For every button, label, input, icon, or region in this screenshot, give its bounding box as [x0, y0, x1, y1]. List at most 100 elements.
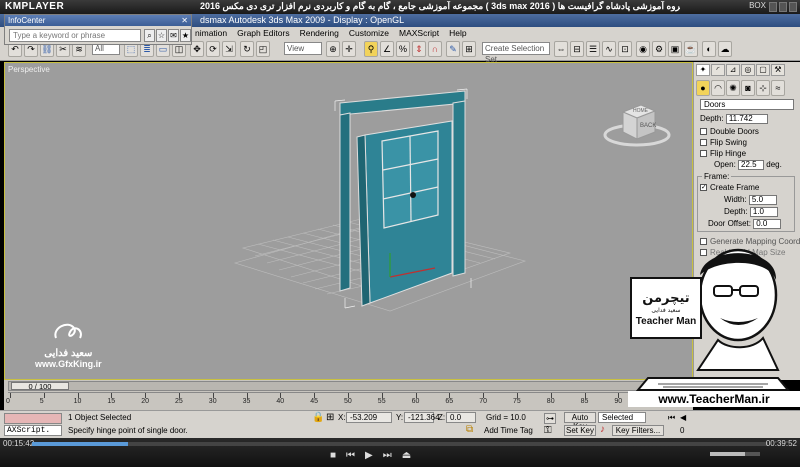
go-to-start-icon[interactable]: ⏮ [668, 413, 675, 423]
hierarchy-tab-icon[interactable]: ⊿ [726, 64, 740, 76]
maxscript-listener-top[interactable] [4, 413, 62, 424]
select-rotate-icon[interactable]: ⟳ [206, 41, 220, 57]
motion-tab-icon[interactable]: ◎ [741, 64, 755, 76]
perspective-viewport[interactable]: Perspective HOME BACK سعید فدایی www.Gfx… [4, 62, 693, 380]
time-slider[interactable]: 0 / 100 [8, 381, 688, 391]
star-icon[interactable]: ☆ [156, 29, 167, 42]
frame-field[interactable]: 0 [680, 426, 684, 435]
render-frame-icon[interactable]: ▣ [668, 41, 682, 57]
curve-editor-icon[interactable]: ∿ [602, 41, 616, 57]
percent-snap-icon[interactable]: % [396, 41, 410, 57]
create-frame-row[interactable]: ✓ Create Frame [700, 183, 759, 192]
add-time-tag[interactable]: Add Time Tag [484, 426, 533, 435]
modify-tab-icon[interactable]: ◜ [711, 64, 725, 76]
previous-frame-icon[interactable]: ◀ [680, 413, 686, 422]
layer-manager-icon[interactable]: ☰ [586, 41, 600, 57]
lock-selection-icon[interactable]: 🔒 [312, 412, 324, 423]
lights-icon[interactable]: ✺ [726, 80, 740, 96]
key-mode-icon[interactable]: ⊶ [544, 413, 556, 424]
frame-width-field[interactable]: 5.0 [748, 195, 777, 205]
stop-icon[interactable]: ■ [330, 450, 336, 461]
eject-icon[interactable]: ⏏ [402, 450, 411, 461]
minimize-button[interactable] [769, 2, 777, 12]
infocenter-search-input[interactable]: Type a keyword or phrase [9, 29, 141, 42]
spinner-snap-icon[interactable]: ⇕ [412, 41, 426, 57]
absolute-mode-icon[interactable]: ⊞ [326, 412, 334, 423]
shapes-icon[interactable]: ◠ [711, 80, 725, 96]
time-tag-icon[interactable]: ⧉ [466, 424, 473, 435]
x-coord-field[interactable]: -53.209 [346, 412, 392, 423]
next-icon[interactable]: ⏭ [383, 450, 392, 461]
scale-tool-icon[interactable]: ◰ [256, 41, 270, 57]
rotate-tool-icon[interactable]: ↻ [240, 41, 254, 57]
depth-field[interactable]: 11.742 [725, 114, 768, 124]
frame-depth-field[interactable]: 1.0 [749, 207, 778, 217]
flip-swing-row[interactable]: Flip Swing [700, 138, 747, 147]
search-icon[interactable]: ⌕ [144, 29, 155, 42]
previous-icon[interactable]: ⏮ [346, 450, 355, 461]
menu-customize[interactable]: Customize [344, 27, 394, 39]
render-setup-icon[interactable]: ⚙ [652, 41, 666, 57]
viewcube[interactable]: HOME BACK [603, 97, 673, 157]
select-manipulate-icon[interactable]: ✛ [342, 41, 356, 57]
favorites-icon[interactable]: ★ [180, 29, 191, 42]
snap-toggle-icon[interactable]: ⚲ [364, 41, 378, 57]
align-icon[interactable]: ⊟ [570, 41, 584, 57]
cameras-icon[interactable]: ◙ [741, 80, 755, 96]
communication-icon[interactable]: ✉ [168, 29, 179, 42]
play-icon[interactable]: ▶ [365, 450, 373, 461]
key-filter-icon[interactable]: ♪ [600, 424, 605, 435]
open-field[interactable]: 22.5 [738, 160, 765, 170]
menu-help[interactable]: Help [444, 27, 471, 39]
magnet-icon[interactable]: ∩ [428, 41, 442, 57]
render-production-icon[interactable]: ◐ [702, 41, 716, 57]
quick-render-icon[interactable]: ☕ [684, 41, 698, 57]
track-bar[interactable]: 0510152025303540455055606570758085909510… [6, 392, 694, 408]
mirror-icon[interactable]: ⇔ [554, 41, 568, 57]
door-offset-field[interactable]: 0.0 [753, 219, 782, 229]
auto-key-button[interactable]: Auto Key [564, 412, 596, 431]
time-slider-knob[interactable]: 0 / 100 [11, 382, 69, 390]
named-selection-icon[interactable]: ⊞ [462, 41, 476, 57]
utilities-tab-icon[interactable]: ⚒ [771, 64, 785, 76]
create-tab-icon[interactable]: ✦ [696, 64, 710, 76]
select-move-icon[interactable]: ✥ [190, 41, 204, 57]
object-type-dropdown[interactable]: Doors [700, 99, 794, 110]
edit-named-selection-icon[interactable]: ✎ [446, 41, 460, 57]
volume-slider[interactable] [710, 452, 760, 456]
select-scale-icon[interactable]: ⇲ [222, 41, 236, 57]
named-selection-set-dropdown[interactable]: Create Selection Set [482, 42, 550, 64]
double-doors-row[interactable]: Double Doors [700, 127, 759, 136]
display-tab-icon[interactable]: ▢ [756, 64, 770, 76]
close-icon[interactable]: ✕ [181, 15, 188, 26]
maximize-button[interactable] [779, 2, 787, 12]
maxscript-listener-input[interactable]: AXScript. [4, 425, 62, 436]
material-editor-icon[interactable]: ◉ [636, 41, 650, 57]
flip-hinge-row[interactable]: Flip Hinge [700, 149, 746, 158]
set-key-icon[interactable]: ⚿ [544, 425, 552, 436]
z-coord-field[interactable]: 0.0 [446, 412, 476, 423]
geometry-icon[interactable]: ● [696, 80, 710, 96]
box-button[interactable]: BOX [749, 1, 766, 10]
schematic-view-icon[interactable]: ⊡ [618, 41, 632, 57]
y-coord-field[interactable]: -121.364 [404, 412, 440, 423]
double-doors-checkbox[interactable] [700, 128, 707, 136]
pivot-center-icon[interactable]: ⊕ [326, 41, 340, 57]
seek-bar[interactable] [32, 442, 768, 446]
close-button[interactable] [789, 2, 797, 12]
angle-snap-icon[interactable]: ∠ [380, 41, 394, 57]
menu-rendering[interactable]: Rendering [295, 27, 344, 39]
create-frame-checkbox[interactable]: ✓ [700, 184, 707, 192]
space-warps-icon[interactable]: ≈ [771, 80, 785, 96]
menu-animation[interactable]: nimation [190, 27, 232, 39]
helpers-icon[interactable]: ⊹ [756, 80, 770, 96]
menu-maxscript[interactable]: MAXScript [394, 27, 444, 39]
key-set-dropdown[interactable]: Selected [598, 412, 646, 423]
kmplayer-logo[interactable]: KMPLAYER [5, 1, 64, 12]
flip-swing-checkbox[interactable] [700, 139, 707, 147]
set-key-button[interactable]: Set Key [564, 425, 596, 436]
key-filters-button[interactable]: Key Filters... [612, 425, 664, 436]
environment-icon[interactable]: ☁ [718, 41, 732, 57]
menu-graph-editors[interactable]: Graph Editors [232, 27, 294, 39]
flip-hinge-checkbox[interactable] [700, 150, 707, 158]
